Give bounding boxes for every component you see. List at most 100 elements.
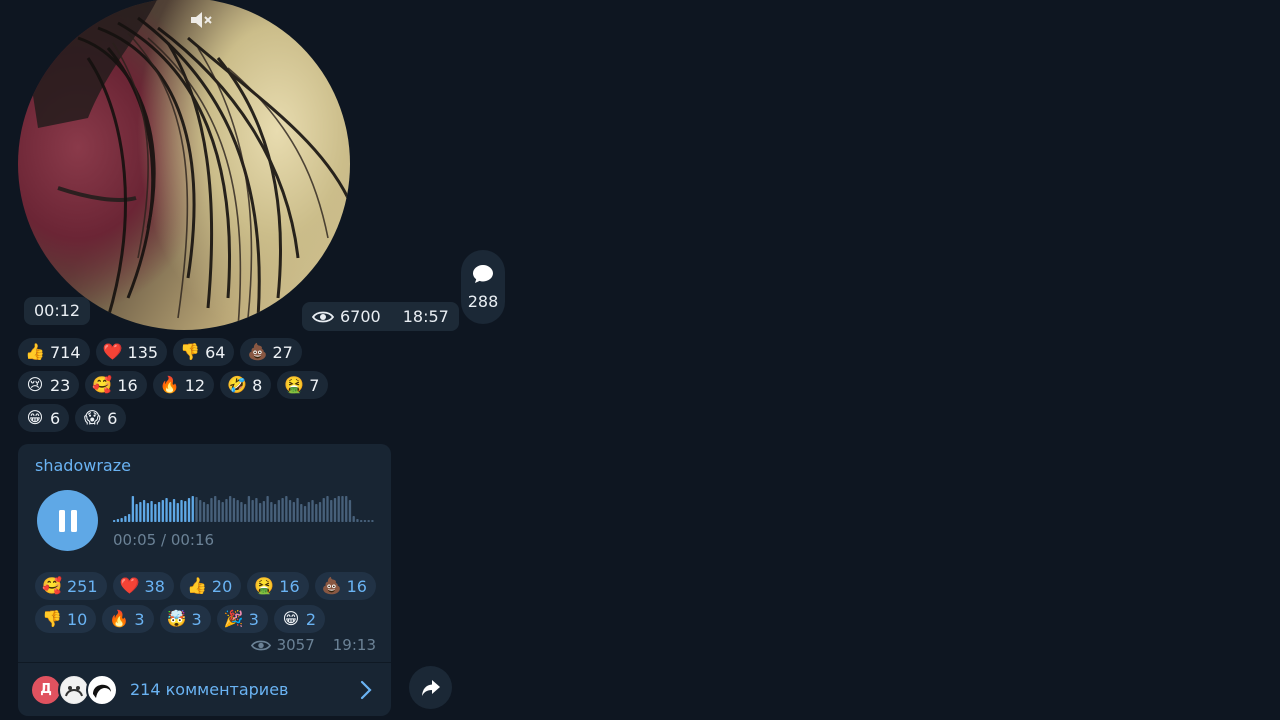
reaction-chip[interactable]: 🥰 251 xyxy=(35,572,107,600)
video-views: 6700 xyxy=(340,307,381,326)
grinning-emoji: 😁 xyxy=(282,609,300,628)
waveform-bar xyxy=(176,503,179,522)
reaction-chip[interactable]: 🥰 16 xyxy=(85,371,147,399)
waveform-bar xyxy=(277,500,281,522)
voice-waveform[interactable] xyxy=(113,492,375,524)
reaction-chip[interactable]: 🎉 3 xyxy=(216,605,268,633)
waveform-bar xyxy=(270,502,273,522)
reaction-chip[interactable]: 🤯 3 xyxy=(159,605,211,633)
waveform-bar xyxy=(341,496,344,522)
video-duration: 00:12 xyxy=(24,297,91,325)
comments-link[interactable]: Д 214 комментариев xyxy=(18,663,391,716)
reaction-chip[interactable]: 🤮 16 xyxy=(247,572,309,600)
reaction-chip[interactable]: 👎 10 xyxy=(35,605,97,633)
video-comments-button[interactable]: 288 xyxy=(461,250,505,324)
reaction-count: 3 xyxy=(134,609,145,629)
waveform-bar xyxy=(187,498,191,522)
party-popper-emoji: 🎉 xyxy=(223,609,244,628)
reaction-count: 20 xyxy=(211,576,233,596)
eye-icon xyxy=(312,311,334,322)
round-video[interactable] xyxy=(18,0,350,330)
waveform-bar xyxy=(285,496,288,522)
reaction-chip[interactable]: 👎 64 xyxy=(173,338,235,366)
comments-label: 214 комментариев xyxy=(130,680,289,699)
reaction-chip[interactable]: 👍 20 xyxy=(179,572,242,600)
waveform-bar xyxy=(157,502,161,522)
video-time: 18:57 xyxy=(402,307,449,326)
waveform-bar xyxy=(221,502,224,522)
reaction-chip[interactable]: ❤️ 135 xyxy=(95,338,168,366)
reaction-chip[interactable]: 🔥 12 xyxy=(152,371,215,399)
reaction-chip[interactable]: 😁 2 xyxy=(273,605,326,633)
waveform-bar xyxy=(255,498,258,522)
reaction-count: 12 xyxy=(184,375,206,395)
reaction-chip[interactable]: 💩 27 xyxy=(240,338,302,366)
avatar-image-icon xyxy=(61,676,87,703)
reaction-chip[interactable]: 👍 714 xyxy=(18,338,90,366)
reaction-chip[interactable]: 💩 16 xyxy=(314,572,376,600)
waveform-bar xyxy=(356,519,359,522)
reaction-chip[interactable]: 🔥 3 xyxy=(102,605,154,633)
waveform-bar xyxy=(273,504,277,522)
waveform-bar xyxy=(363,520,367,522)
waveform-bar xyxy=(142,500,146,522)
pause-button[interactable] xyxy=(37,490,98,551)
reaction-row: 👍 714 ❤️ 135 👎 64 💩 27 xyxy=(18,338,328,366)
reaction-count: 6 xyxy=(107,408,118,428)
video-meta: 6700 18:57 xyxy=(302,302,459,331)
reaction-chip[interactable]: 🤮 7 xyxy=(277,371,329,399)
waveform-bar xyxy=(288,500,292,522)
waveform-bar xyxy=(150,501,153,522)
reaction-count: 7 xyxy=(309,375,320,395)
waveform-bar xyxy=(229,496,232,522)
reaction-row: 👎 10 🔥 3 🤯 3 🎉 3 😁 2 xyxy=(35,605,376,633)
mute-icon[interactable] xyxy=(188,8,214,32)
reaction-count: 3 xyxy=(191,609,202,629)
voice-time: 19:13 xyxy=(332,636,376,654)
waveform-bar xyxy=(146,503,150,522)
reaction-count: 8 xyxy=(252,375,263,395)
waveform-bar xyxy=(360,520,363,522)
message-author[interactable]: shadowraze xyxy=(35,456,131,475)
rolling-laugh-emoji: 🤣 xyxy=(227,375,248,394)
vomiting-emoji: 🤮 xyxy=(284,375,305,394)
waveform-bar xyxy=(124,516,127,522)
reaction-count: 3 xyxy=(248,609,259,629)
comment-icon xyxy=(473,264,493,283)
waveform-bar xyxy=(120,518,123,522)
waveform-bar xyxy=(367,520,370,522)
grinning-emoji: 😁 xyxy=(26,408,44,427)
waveform-bar xyxy=(281,498,284,522)
waveform-bar xyxy=(333,498,337,522)
eye-icon xyxy=(250,640,271,650)
heart-emoji: ❤️ xyxy=(119,576,140,595)
reaction-count: 2 xyxy=(305,609,317,629)
waveform-bar xyxy=(127,514,131,522)
screaming-emoji: 😱 xyxy=(83,408,101,427)
waveform-bar xyxy=(326,496,329,522)
reaction-count: 16 xyxy=(117,375,138,395)
waveform-bar xyxy=(165,498,168,522)
reaction-chip[interactable]: 😢 23 xyxy=(18,371,80,399)
waveform-bar xyxy=(172,499,176,522)
reaction-chip[interactable]: ❤️ 38 xyxy=(112,572,174,600)
reaction-chip[interactable]: 🤣 8 xyxy=(220,371,272,399)
reaction-count: 714 xyxy=(50,342,81,362)
waveform-bar xyxy=(318,502,322,522)
voice-reactions: 🥰 251 ❤️ 38 👍 20 🤮 16 💩 16 👎 10 🔥 3 🤯 3 🎉 3 😁 2 xyxy=(35,572,376,633)
heart-emoji: ❤️ xyxy=(102,342,123,361)
voice-meta: 3057 19:13 xyxy=(250,636,376,654)
waveform-bar xyxy=(300,504,303,522)
waveform-bar xyxy=(311,500,314,522)
share-icon xyxy=(421,679,440,696)
waveform-bar xyxy=(214,496,217,522)
waveform-bar xyxy=(225,499,228,522)
waveform-bar xyxy=(266,496,269,522)
video-frame xyxy=(18,0,350,329)
reaction-chip[interactable]: 😁 6 xyxy=(18,404,70,432)
waveform-bar xyxy=(258,503,262,522)
forward-button[interactable] xyxy=(409,666,452,709)
thumbs-up-emoji: 👍 xyxy=(186,576,207,595)
reaction-chip[interactable]: 😱 6 xyxy=(75,404,127,432)
waveform-bar xyxy=(199,500,202,522)
